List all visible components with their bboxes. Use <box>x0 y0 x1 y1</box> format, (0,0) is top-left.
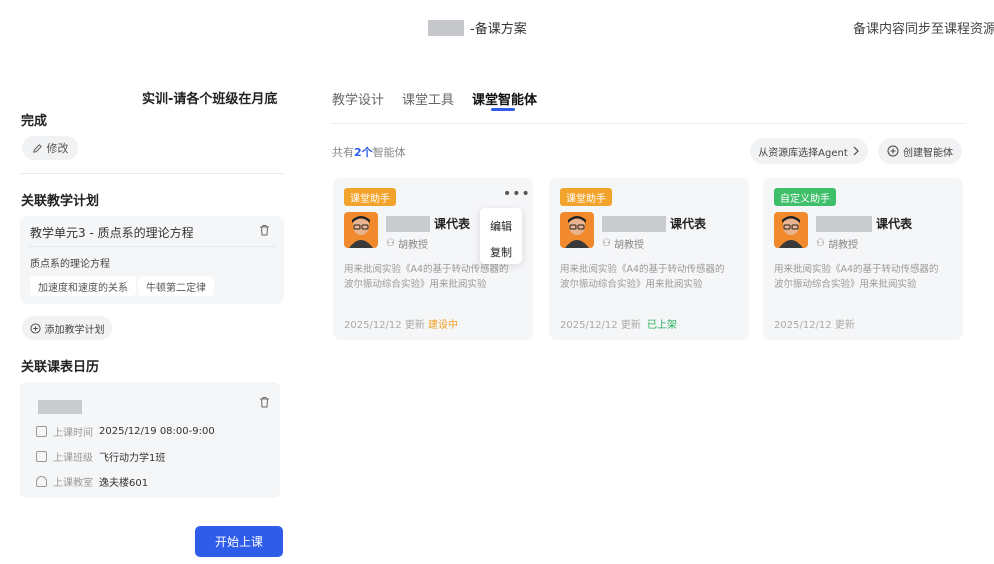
active-tab-indicator <box>491 108 515 111</box>
redacted-agent-name <box>386 215 430 232</box>
plan-card-divider <box>28 246 276 247</box>
plus-circle-icon <box>29 322 41 334</box>
agent-avatar <box>560 212 594 248</box>
agent-count-prefix: 共有 <box>332 146 354 159</box>
calendar-row-value: 飞行动力学1班 <box>99 453 166 464</box>
class-icon <box>36 451 47 462</box>
tab-teaching-design[interactable]: 教学设计 <box>332 89 384 108</box>
agent-author-text: 胡教授 <box>397 240 428 251</box>
redacted-title-block <box>428 19 464 36</box>
sync-to-resources-link[interactable]: 备课内容同步至课程资源 <box>853 18 994 37</box>
delete-calendar-icon[interactable] <box>259 396 270 411</box>
page-title: -备课方案 <box>428 18 527 37</box>
agent-name-text: 课代表 <box>670 217 707 231</box>
calendar-row-class: 上课班级 飞行动力学1班 <box>36 449 165 464</box>
redacted-course-name <box>38 400 82 414</box>
agent-avatar <box>344 212 378 248</box>
agent-description: 用来批阅实验《A4的基于转动传感器的波尔振动综合实验》用来批阅实验 <box>344 264 509 290</box>
plan-chip[interactable]: 加速度和速度的关系 <box>30 276 136 296</box>
agent-name: 课代表 <box>816 215 912 232</box>
chevron-right-icon <box>853 146 859 156</box>
plan-chip[interactable]: 牛顿第二定律 <box>138 276 214 296</box>
agent-name: 课代表 <box>602 215 706 232</box>
agent-name-text: 课代表 <box>876 217 913 231</box>
agent-status: 建设中 <box>428 320 458 331</box>
section-divider <box>20 173 284 174</box>
agent-count-suffix: 智能体 <box>372 146 406 159</box>
agent-name: 课代表 <box>386 215 470 232</box>
clock-icon <box>36 426 47 437</box>
select-agent-from-library-button[interactable]: 从资源库选择Agent <box>750 138 868 164</box>
delete-plan-icon[interactable] <box>259 224 270 239</box>
agent-description: 用来批阅实验《A4的基于转动传感器的波尔振动综合实验》用来批阅实验 <box>774 264 939 290</box>
teaching-plan-title: 教学单元3 - 质点系的理论方程 <box>30 226 194 240</box>
user-icon: ⚇ <box>386 238 395 249</box>
start-class-button[interactable]: 开始上课 <box>195 526 283 557</box>
agent-type-badge: 课堂助手 <box>560 188 612 206</box>
agent-type-badge: 课堂助手 <box>344 188 396 206</box>
calendar-row-room: 上课教室 逸夫楼601 <box>36 474 148 489</box>
calendar-row-label: 上课教室 <box>53 478 93 489</box>
menu-item-edit[interactable]: 编辑 <box>490 218 512 234</box>
user-icon: ⚇ <box>602 238 611 249</box>
agent-count: 共有2个智能体 <box>332 144 406 160</box>
menu-item-copy[interactable]: 复制 <box>490 244 512 260</box>
add-plan-label: 添加教学计划 <box>44 324 105 336</box>
page-title-text: -备课方案 <box>470 22 527 37</box>
select-agent-label: 从资源库选择Agent <box>758 147 848 159</box>
calendar-section-title: 关联课表日历 <box>21 360 100 375</box>
agent-author-text: 胡教授 <box>827 240 858 251</box>
room-icon <box>36 476 47 487</box>
create-agent-label: 创建智能体 <box>903 147 953 159</box>
tabs-divider <box>330 123 966 124</box>
edit-button[interactable]: 修改 <box>22 136 78 160</box>
plan-section-title: 关联教学计划 <box>21 194 100 209</box>
agent-author: ⚇ 胡教授 <box>816 236 858 251</box>
agent-description: 用来批阅实验《A4的基于转动传感器的波尔振动综合实验》用来批阅实验 <box>560 264 725 290</box>
agent-count-value: 2个 <box>354 146 373 159</box>
agent-author: ⚇ 胡教授 <box>386 236 428 251</box>
teaching-plan-subtitle: 质点系的理论方程 <box>30 259 110 270</box>
agent-author: ⚇ 胡教授 <box>602 236 644 251</box>
more-options-icon[interactable]: ••• <box>503 186 531 202</box>
calendar-row-value: 2025/12/19 08:00-9:00 <box>99 426 215 437</box>
agent-updated-date: 2025/12/12 更新 <box>560 320 641 331</box>
agent-author-text: 胡教授 <box>613 240 644 251</box>
plus-circle-icon <box>887 145 899 157</box>
tab-classroom-tools[interactable]: 课堂工具 <box>402 89 454 108</box>
user-icon: ⚇ <box>816 238 825 249</box>
agent-avatar <box>774 212 808 248</box>
add-teaching-plan-button[interactable]: 添加教学计划 <box>22 316 112 340</box>
agent-status: 已上架 <box>647 320 677 331</box>
agent-name-text: 课代表 <box>434 217 471 231</box>
create-agent-button[interactable]: 创建智能体 <box>878 138 962 164</box>
task-description-line1: 实训-请各个班级在月底 <box>142 92 278 107</box>
task-description-line2: 完成 <box>21 114 48 129</box>
calendar-row-time: 上课时间 2025/12/19 08:00-9:00 <box>36 424 215 439</box>
pencil-icon <box>32 143 42 153</box>
agent-type-badge: 自定义助手 <box>774 188 836 206</box>
calendar-row-value: 逸夫楼601 <box>99 478 149 489</box>
edit-button-label: 修改 <box>46 142 69 155</box>
redacted-agent-name <box>602 215 666 232</box>
agent-updated-date: 2025/12/12 更新 <box>344 320 425 331</box>
calendar-row-label: 上课时间 <box>53 428 93 439</box>
redacted-agent-name <box>816 215 872 232</box>
tab-classroom-agents[interactable]: 课堂智能体 <box>472 89 537 108</box>
agent-updated-date: 2025/12/12 更新 <box>774 320 855 331</box>
calendar-row-label: 上课班级 <box>53 453 93 464</box>
